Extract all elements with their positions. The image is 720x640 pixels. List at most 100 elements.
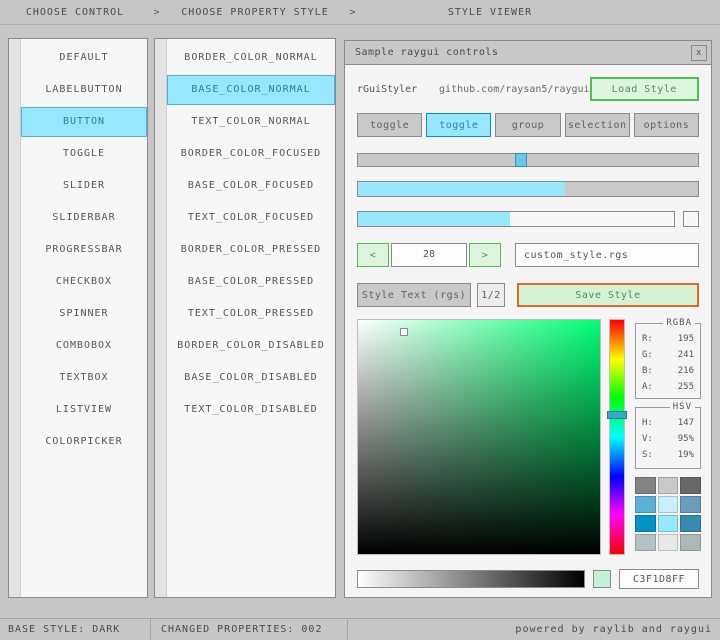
sample-progressbar (357, 181, 699, 197)
sample-checkbox[interactable] (683, 211, 699, 227)
list-item-border_color_pressed[interactable]: BORDER_COLOR_PRESSED (167, 235, 335, 265)
value-row: B:216 (636, 363, 700, 379)
style-text-button[interactable]: Style Text (rgs) (357, 283, 471, 307)
list-item-base_color_pressed[interactable]: BASE_COLOR_PRESSED (167, 267, 335, 297)
load-style-button[interactable]: Load Style (590, 77, 699, 101)
list-item-base_color_normal[interactable]: BASE_COLOR_NORMAL (167, 75, 335, 105)
header-row: rGuiStyler github.com/raysan5/raygui Loa… (357, 77, 699, 101)
hsv-title: HSV (670, 402, 695, 412)
list-item-listview[interactable]: LISTVIEW (21, 395, 147, 425)
palette-color[interactable] (680, 534, 701, 551)
toggle-button-options[interactable]: options (634, 113, 699, 137)
list-item-text_color_disabled[interactable]: TEXT_COLOR_DISABLED (167, 395, 335, 425)
hex-row (357, 569, 699, 589)
changed-properties-status: CHANGED PROPERTIES: 002 (151, 624, 347, 635)
value-row: G:241 (636, 347, 700, 363)
palette-color[interactable] (680, 496, 701, 513)
window-title: Sample raygui controls (355, 47, 691, 58)
value-row: A:255 (636, 379, 700, 395)
hue-bar[interactable] (609, 319, 625, 555)
list-item-labelbutton[interactable]: LABELBUTTON (21, 75, 147, 105)
chevron-right-icon: > (346, 7, 360, 18)
hue-handle[interactable] (607, 411, 627, 419)
list-item-border_color_disabled[interactable]: BORDER_COLOR_DISABLED (167, 331, 335, 361)
palette-color[interactable] (635, 496, 656, 513)
step-choose-control: CHOOSE CONTROL (0, 7, 150, 18)
sample-sliderbar[interactable] (357, 211, 675, 227)
palette-color[interactable] (658, 534, 679, 551)
window-content: rGuiStyler github.com/raysan5/raygui Loa… (345, 77, 711, 589)
palette-color[interactable] (635, 477, 656, 494)
properties-list-scrollbar[interactable] (155, 39, 167, 597)
sliderbar-row (357, 211, 699, 227)
list-item-colorpicker[interactable]: COLORPICKER (21, 427, 147, 457)
palette-color[interactable] (680, 477, 701, 494)
hsv-values: H:147V:95%S:19% (636, 408, 700, 463)
list-item-text_color_normal[interactable]: TEXT_COLOR_NORMAL (167, 107, 335, 137)
window-titlebar[interactable]: Sample raygui controls x (345, 41, 711, 65)
color-values-column: RGBA R:195G:241B:216A:255 HSV H:147V:95%… (635, 319, 701, 555)
spinner-increment-button[interactable]: > (469, 243, 501, 267)
color-picker-area: RGBA R:195G:241B:216A:255 HSV H:147V:95%… (357, 319, 699, 555)
toggle-button-toggle[interactable]: toggle (426, 113, 491, 137)
filename-input[interactable] (515, 243, 699, 267)
list-item-text_color_pressed[interactable]: TEXT_COLOR_PRESSED (167, 299, 335, 329)
value-gradient-bar[interactable] (357, 570, 585, 588)
value-row: V:95% (636, 431, 700, 447)
list-item-progressbar[interactable]: PROGRESSBAR (21, 235, 147, 265)
toggle-button-selection[interactable]: selection (565, 113, 630, 137)
sliderbar-fill (358, 212, 510, 226)
list-item-base_color_focused[interactable]: BASE_COLOR_FOCUSED (167, 171, 335, 201)
list-item-button[interactable]: BUTTON (21, 107, 147, 137)
credits-label: powered by raylib and raygui (348, 624, 720, 635)
slider-handle[interactable] (515, 153, 527, 167)
palette-color[interactable] (658, 477, 679, 494)
save-style-button[interactable]: Save Style (517, 283, 699, 307)
controls-list-scrollbar[interactable] (9, 39, 21, 597)
toggle-button-group[interactable]: group (495, 113, 560, 137)
list-item-textbox[interactable]: TEXTBOX (21, 363, 147, 393)
value-row: R:195 (636, 331, 700, 347)
palette-color[interactable] (658, 496, 679, 513)
rgba-title: RGBA (663, 318, 695, 328)
list-item-checkbox[interactable]: CHECKBOX (21, 267, 147, 297)
list-item-border_color_normal[interactable]: BORDER_COLOR_NORMAL (167, 43, 335, 73)
color-cursor[interactable] (400, 328, 408, 336)
style-viewer-window: Sample raygui controls x rGuiStyler gith… (344, 40, 712, 598)
toggle-button-toggle[interactable]: toggle (357, 113, 422, 137)
list-item-text_color_focused[interactable]: TEXT_COLOR_FOCUSED (167, 203, 335, 233)
spinner-decrement-button[interactable]: < (357, 243, 389, 267)
spinner-value[interactable]: 28 (391, 243, 467, 267)
rgba-values: R:195G:241B:216A:255 (636, 324, 700, 395)
properties-list-panel: BORDER_COLOR_NORMALBASE_COLOR_NORMALTEXT… (154, 38, 336, 598)
properties-list: BORDER_COLOR_NORMALBASE_COLOR_NORMALTEXT… (167, 39, 335, 427)
value-row: S:19% (636, 447, 700, 463)
list-item-toggle[interactable]: TOGGLE (21, 139, 147, 169)
palette-color[interactable] (680, 515, 701, 532)
palette-color[interactable] (635, 515, 656, 532)
progressbar-fill (358, 182, 565, 196)
controls-list-panel: DEFAULTLABELBUTTONBUTTONTOGGLESLIDERSLID… (8, 38, 148, 598)
current-color-swatch (593, 570, 611, 588)
hsv-group-box: HSV H:147V:95%S:19% (635, 407, 701, 469)
list-item-base_color_disabled[interactable]: BASE_COLOR_DISABLED (167, 363, 335, 393)
saturation-value-square[interactable] (357, 319, 601, 555)
hex-color-input[interactable] (619, 569, 699, 589)
list-item-slider[interactable]: SLIDER (21, 171, 147, 201)
repo-link[interactable]: github.com/raysan5/raygui (439, 84, 590, 95)
list-item-default[interactable]: DEFAULT (21, 43, 147, 73)
pager-button[interactable]: 1/2 (477, 283, 505, 307)
spinner-row: < 28 > (357, 243, 699, 267)
list-item-spinner[interactable]: SPINNER (21, 299, 147, 329)
step-style-viewer: STYLE VIEWER (360, 7, 720, 18)
chevron-right-icon: > (150, 7, 164, 18)
list-item-border_color_focused[interactable]: BORDER_COLOR_FOCUSED (167, 139, 335, 169)
palette-color[interactable] (635, 534, 656, 551)
sample-slider[interactable] (357, 153, 699, 167)
actions-row: Style Text (rgs) 1/2 Save Style (357, 283, 699, 307)
list-item-combobox[interactable]: COMBOBOX (21, 331, 147, 361)
close-icon[interactable]: x (691, 45, 707, 61)
palette-color[interactable] (658, 515, 679, 532)
list-item-sliderbar[interactable]: SLIDERBAR (21, 203, 147, 233)
value-row: H:147 (636, 415, 700, 431)
